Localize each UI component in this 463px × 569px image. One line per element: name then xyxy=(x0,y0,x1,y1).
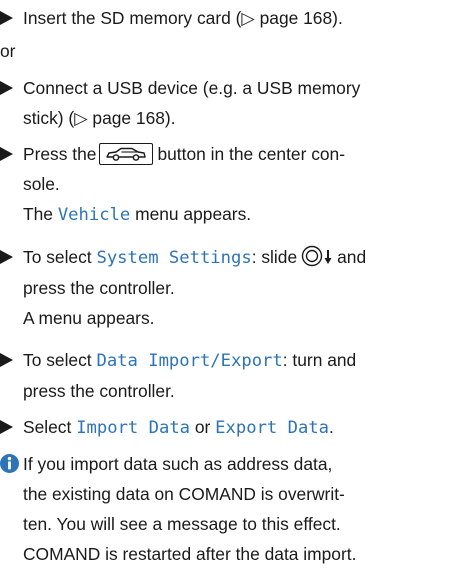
step-text: button in the center con- xyxy=(157,144,346,164)
result-text: A menu appears. xyxy=(23,308,155,328)
step-select-data-import-export: To select Data Import/Export: turn and pr… xyxy=(0,345,463,406)
step-press-vehicle-button: Press the button in the center con-sole. T… xyxy=(0,139,463,230)
step-text: To select xyxy=(23,247,92,267)
info-text: ten. You will see a message to this effe… xyxy=(23,514,341,534)
step-text: Select xyxy=(23,417,72,437)
info-text: If you import data such as address data, xyxy=(23,454,333,474)
instruction-page: Insert the SD memory card (▷ page 168). … xyxy=(0,3,463,569)
step-text: Insert the SD memory card (▷ page 168). xyxy=(23,8,343,28)
info-text: the existing data on COMAND is overwrit- xyxy=(23,484,345,504)
triangle-bullet-icon xyxy=(0,412,14,442)
triangle-bullet-icon xyxy=(0,3,14,33)
step-text: : turn and xyxy=(282,350,357,370)
info-text: COMAND is restarted after the data impor… xyxy=(23,544,357,564)
export-data-label: Export Data xyxy=(215,418,329,438)
step-line: To select Data Import/Export: turn and xyxy=(23,345,463,376)
car-button-icon xyxy=(99,143,154,165)
result-text: The xyxy=(23,204,53,224)
step-text: Connect a USB device (e.g. a USB memory xyxy=(23,78,361,98)
info-note: If you import data such as address data,… xyxy=(0,449,463,569)
step-text-cont: stick) (▷ page 168). xyxy=(23,108,176,128)
step-text: Press the xyxy=(23,144,97,164)
controller-slide-down-icon xyxy=(301,245,335,267)
import-data-label: Import Data xyxy=(76,418,191,438)
triangle-bullet-icon xyxy=(0,73,14,103)
triangle-bullet-icon xyxy=(0,139,14,169)
step-select-import-or-export: Select Import Data or Export Data. xyxy=(0,412,463,443)
step-text-cont: press the controller. xyxy=(23,278,175,298)
data-import-export-label: Data Import/Export xyxy=(96,351,283,371)
vehicle-menu-label: Vehicle xyxy=(57,205,131,225)
result-line: The Vehicle menu appears. xyxy=(23,199,463,230)
step-insert-sd: Insert the SD memory card (▷ page 168). xyxy=(0,3,463,33)
step-text: . xyxy=(329,417,334,437)
step-text: and xyxy=(337,247,367,267)
system-settings-label: System Settings xyxy=(96,248,252,268)
step-text-cont: press the controller. xyxy=(23,381,175,401)
step-line: To select System Settings: slide and xyxy=(23,242,463,273)
triangle-bullet-icon xyxy=(0,345,14,375)
step-line: Press the button in the center con- xyxy=(23,139,463,169)
step-text: To select xyxy=(23,350,92,370)
or-separator: or xyxy=(0,41,16,61)
info-icon xyxy=(0,454,19,473)
step-connect-usb: Connect a USB device (e.g. a USB memory s… xyxy=(0,73,463,133)
step-text-cont: sole. xyxy=(23,174,60,194)
step-text: : slide xyxy=(251,247,298,267)
result-text: menu appears. xyxy=(135,204,252,224)
step-select-system-settings: To select System Settings: slide and press… xyxy=(0,242,463,333)
step-text: or xyxy=(194,417,211,437)
triangle-bullet-icon xyxy=(0,242,14,272)
